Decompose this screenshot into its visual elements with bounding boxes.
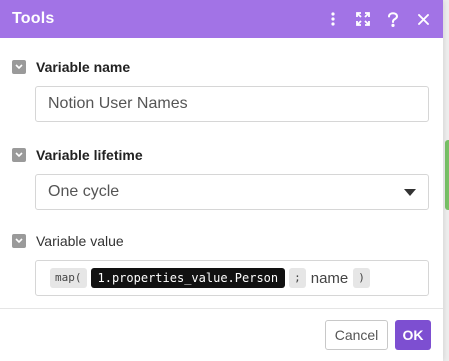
variable-value-input[interactable]: map( 1.properties_value.Person ; name ) [35,260,429,296]
variable-name-label-row: Variable name [12,58,431,76]
variable-lifetime-value: One cycle [48,183,120,200]
variable-value-label-row: Variable value [12,232,431,250]
more-vertical-icon[interactable] [325,11,341,27]
help-icon[interactable] [385,11,401,27]
variable-lifetime-select[interactable]: One cycle [35,174,429,210]
key-text: name [310,269,349,287]
expand-icon[interactable] [355,11,371,27]
variable-name-value: Notion User Names [48,95,188,112]
map-function-close-token[interactable]: ) [353,268,370,288]
variable-lifetime-label-row: Variable lifetime [12,146,431,164]
ok-button[interactable]: OK [395,320,431,350]
cancel-button[interactable]: Cancel [325,320,388,350]
close-icon[interactable] [415,11,431,27]
variable-value-field: Variable value map( 1.properties_value.P… [12,232,431,296]
variable-lifetime-field: Variable lifetime One cycle [12,146,431,210]
variable-name-input[interactable]: Notion User Names [35,86,429,122]
dialog-title: Tools [12,10,55,27]
chevron-down-icon[interactable] [12,148,26,162]
chevron-down-icon[interactable] [12,234,26,248]
dialog-titlebar: Tools [0,0,443,38]
variable-name-field: Variable name Notion User Names [12,58,431,122]
tools-dialog: Tools Variable name Notion User Names Va… [0,0,443,361]
variable-value-label: Variable value [36,233,124,249]
variable-name-label: Variable name [36,59,131,75]
map-function-open-token[interactable]: map( [50,268,87,288]
titlebar-icons [325,11,431,27]
chevron-down-icon[interactable] [12,60,26,74]
variable-lifetime-label: Variable lifetime [36,147,143,163]
background-accent [445,140,449,210]
caret-down-icon [404,188,416,196]
dialog-footer: Cancel OK [0,308,443,361]
mapped-path-token[interactable]: 1.properties_value.Person [90,268,286,288]
dialog-body: Variable name Notion User Names Variable… [0,38,443,296]
separator-token[interactable]: ; [289,268,306,288]
